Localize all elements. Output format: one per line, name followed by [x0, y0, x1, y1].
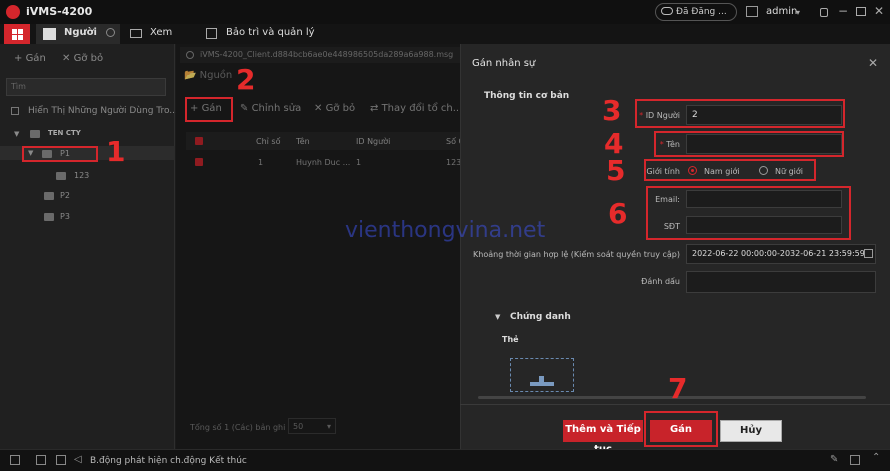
lock-icon[interactable] [820, 8, 828, 17]
user-name[interactable]: admin [766, 6, 797, 17]
expand-up-icon[interactable]: ⌃ [872, 452, 880, 463]
grid-icon [12, 35, 17, 40]
image-icon[interactable] [56, 455, 66, 465]
org-search-input[interactable]: Tìm [6, 78, 166, 96]
annotation-number-6: 6 [608, 197, 628, 230]
alarm-icon[interactable] [10, 455, 20, 465]
cancel-button[interactable]: Hủy [720, 420, 782, 442]
cloud-icon [661, 7, 673, 15]
annotation-box-4 [654, 131, 844, 157]
grid-icon [18, 29, 23, 34]
left-remove-button[interactable]: ✕ Gỡ bỏ [62, 53, 103, 64]
trash-icon[interactable] [36, 455, 46, 465]
add-and-continue-button[interactable]: Thêm và Tiếp tục [563, 420, 643, 455]
dialog-close-icon[interactable]: ✕ [868, 56, 878, 70]
status-message: B.động phát hiện ch.động Kết thúc [90, 456, 247, 466]
annotation-number-2: 2 [236, 63, 256, 96]
app-logo-icon [6, 5, 20, 19]
show-sub-label: Hiển Thị Những Người Dùng Tro... [28, 106, 178, 116]
validity-label: Khoảng thời gian hợp lệ (Kiểm soát quyền… [473, 250, 680, 259]
folder-icon [30, 130, 40, 138]
left-add-button[interactable]: + Gán [14, 53, 46, 64]
tree-node-p2[interactable]: P2 [60, 191, 70, 200]
close-icon[interactable]: ✕ [874, 4, 884, 18]
person-icon [43, 28, 56, 40]
tab-maintenance[interactable]: Bảo trì và quản lý [226, 27, 315, 38]
maintenance-icon [206, 28, 217, 39]
annotation-box-3 [635, 99, 845, 128]
grid-icon [12, 29, 17, 34]
maximize-icon[interactable] [856, 7, 866, 16]
card-reader-icon-stem [539, 376, 544, 384]
annotation-number-1: 1 [106, 135, 126, 168]
folder-icon [44, 192, 54, 200]
section-credential: Chứng danh [510, 312, 571, 322]
annotation-box-5 [644, 159, 816, 181]
annotation-box-1 [22, 146, 98, 162]
validity-input[interactable]: 2022-06-22 00:00:00-2032-06-21 23:59:59 [686, 244, 876, 264]
remark-input[interactable] [686, 271, 876, 293]
add-card-box[interactable] [510, 358, 574, 392]
tab-view[interactable]: Xem [150, 27, 172, 38]
app-title: iVMS-4200 [26, 5, 93, 18]
organization-panel [0, 44, 175, 449]
remark-label: Đánh dấu [641, 277, 680, 286]
tree-node-p3[interactable]: P3 [60, 212, 70, 221]
tree-node-root[interactable]: TEN CTY [48, 129, 81, 137]
video-icon [130, 29, 142, 38]
show-sub-checkbox[interactable] [11, 107, 19, 115]
annotation-box-7 [644, 411, 718, 447]
annotation-number-7: 7 [668, 372, 688, 405]
annotation-number-5: 5 [606, 154, 626, 187]
tree-node-123[interactable]: 123 [74, 171, 89, 180]
section-basic-info: Thông tin cơ bản [484, 91, 570, 101]
tree-expand-icon[interactable]: ▼ [14, 130, 19, 138]
grid-icon [18, 35, 23, 40]
credential-collapse-icon[interactable]: ▼ [495, 313, 500, 321]
image-icon[interactable] [746, 6, 758, 17]
pin-icon[interactable]: ✎ [830, 454, 838, 465]
home-grid-button[interactable] [4, 24, 30, 44]
fullscreen-icon[interactable] [850, 455, 860, 465]
mute-icon[interactable]: ◁ [74, 454, 82, 465]
dialog-title: Gán nhân sự [472, 58, 536, 69]
chevron-down-icon[interactable]: ▾ [796, 8, 800, 17]
folder-icon [44, 213, 54, 221]
card-label: Thẻ [502, 335, 519, 344]
annotation-box-2 [185, 97, 233, 122]
calendar-icon[interactable] [864, 249, 873, 258]
tab-close-icon[interactable] [106, 28, 115, 37]
tab-people-label: Người [64, 27, 97, 38]
watermark: vienthongvina.net [345, 218, 546, 243]
minimize-icon[interactable]: − [838, 4, 848, 18]
folder-icon [56, 172, 66, 180]
annotation-number-3: 3 [602, 94, 622, 127]
annotation-box-6 [646, 186, 851, 240]
